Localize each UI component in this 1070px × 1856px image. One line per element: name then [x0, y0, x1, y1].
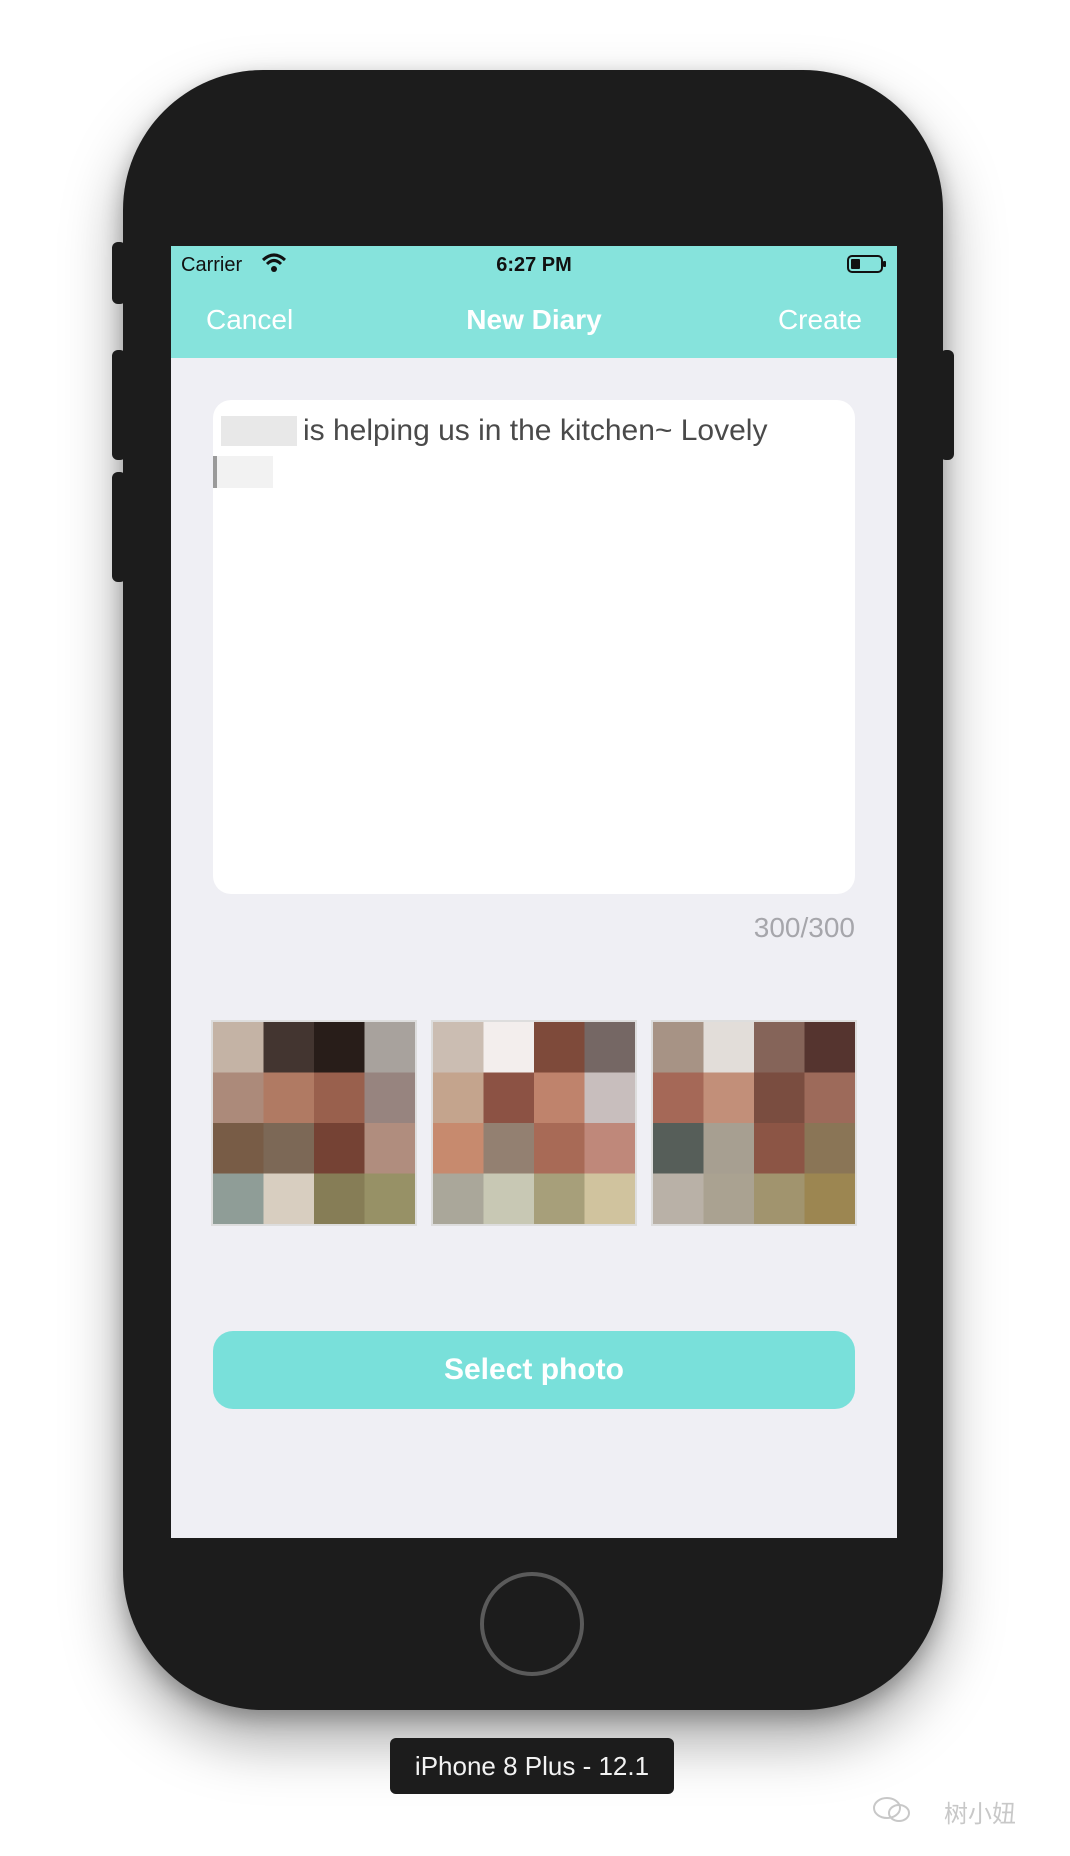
- mosaic-cell: [263, 1123, 315, 1174]
- photo-thumbnail-3[interactable]: [653, 1022, 855, 1224]
- mosaic-cell: [364, 1173, 415, 1224]
- mosaic-cell: [804, 1072, 855, 1124]
- mosaic-cell: [703, 1173, 755, 1224]
- mosaic-cell: [263, 1022, 315, 1073]
- cancel-button[interactable]: Cancel: [206, 304, 293, 336]
- mosaic-cell: [433, 1123, 484, 1174]
- mosaic-cell: [653, 1173, 704, 1224]
- nav-header: Carrier 6:27 PM Cancel New Diary Create: [171, 246, 897, 358]
- mosaic-cell: [653, 1022, 704, 1073]
- mosaic-cell: [263, 1173, 315, 1224]
- mosaic-cell: [534, 1072, 585, 1124]
- mosaic-cell: [584, 1123, 635, 1174]
- mosaic-cell: [584, 1072, 635, 1124]
- app-screen: Carrier 6:27 PM Cancel New Diary Create: [171, 246, 897, 1538]
- mosaic-cell: [804, 1123, 855, 1174]
- mosaic-cell: [314, 1072, 365, 1124]
- diary-text-area[interactable]: is helping us in the kitchen~ Lovely: [213, 400, 855, 894]
- mosaic-cell: [754, 1022, 805, 1073]
- mosaic-cell: [534, 1173, 585, 1224]
- mosaic-cell: [703, 1072, 755, 1124]
- mosaic-cell: [213, 1072, 264, 1124]
- device-label: iPhone 8 Plus - 12.1: [390, 1738, 674, 1794]
- create-button[interactable]: Create: [778, 304, 862, 336]
- char-counter: 300/300: [753, 912, 855, 943]
- wechat-icon: [872, 1796, 912, 1829]
- text-cursor: [213, 456, 273, 488]
- mosaic-cell: [804, 1173, 855, 1224]
- mosaic-cell: [483, 1173, 535, 1224]
- mosaic-cell: [213, 1022, 264, 1073]
- mosaic-cell: [433, 1022, 484, 1073]
- battery-icon: [847, 255, 887, 273]
- select-photo-button[interactable]: Select photo: [213, 1331, 855, 1409]
- watermark: 树小妞: [944, 1801, 1016, 1828]
- mosaic-cell: [433, 1072, 484, 1124]
- status-time: 6:27 PM: [496, 254, 572, 276]
- diary-text: is helping us in the kitchen~ Lovely: [303, 414, 768, 447]
- mosaic-cell: [754, 1173, 805, 1224]
- mosaic-cell: [263, 1072, 315, 1124]
- mosaic-cell: [364, 1123, 415, 1174]
- blurred-name: [221, 416, 297, 446]
- mosaic-cell: [754, 1072, 805, 1124]
- mosaic-cell: [314, 1123, 365, 1174]
- mosaic-cell: [483, 1072, 535, 1124]
- mosaic-cell: [364, 1022, 415, 1073]
- mosaic-cell: [314, 1022, 365, 1073]
- mosaic-cell: [804, 1022, 855, 1073]
- mosaic-cell: [584, 1173, 635, 1224]
- home-button[interactable]: [480, 1572, 584, 1676]
- mosaic-cell: [534, 1123, 585, 1174]
- photo-grid: [213, 1022, 855, 1224]
- mosaic-cell: [754, 1123, 805, 1174]
- mosaic-cell: [483, 1123, 535, 1174]
- mosaic-cell: [703, 1022, 755, 1073]
- mosaic-cell: [433, 1173, 484, 1224]
- mosaic-cell: [364, 1072, 415, 1124]
- status-bar: Carrier 6:27 PM: [171, 246, 897, 286]
- mosaic-cell: [314, 1173, 365, 1224]
- mosaic-cell: [653, 1072, 704, 1124]
- mosaic-cell: [584, 1022, 635, 1073]
- photo-1-mosaic: [213, 1022, 415, 1224]
- mosaic-cell: [703, 1123, 755, 1174]
- volume-down-button: [112, 472, 126, 582]
- mosaic-cell: [483, 1022, 535, 1073]
- power-button: [940, 350, 954, 460]
- mosaic-cell: [534, 1022, 585, 1073]
- mute-switch: [112, 242, 126, 304]
- page-title-text: New Diary: [466, 304, 602, 335]
- mosaic-cell: [213, 1123, 264, 1174]
- photo-thumbnail-2[interactable]: [433, 1022, 635, 1224]
- photo-3-mosaic: [653, 1022, 855, 1224]
- photo-thumbnail-1[interactable]: [213, 1022, 415, 1224]
- photo-2-mosaic: [433, 1022, 635, 1224]
- volume-up-button: [112, 350, 126, 460]
- mosaic-cell: [653, 1123, 704, 1174]
- mosaic-cell: [213, 1173, 264, 1224]
